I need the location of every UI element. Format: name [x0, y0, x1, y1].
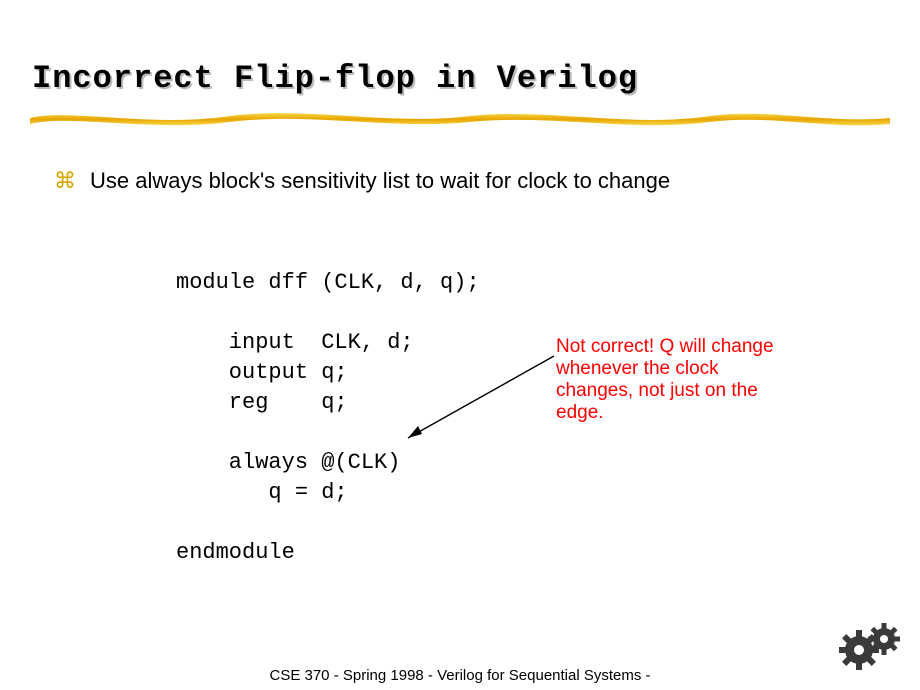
bullet-icon: ⌘ [54, 168, 76, 194]
annotation-text: Not correct! Q will change whenever the … [556, 336, 786, 424]
slide-title: Incorrect Flip-flop in Verilog [32, 60, 638, 97]
code-block: module dff (CLK, d, q); input CLK, d; ou… [176, 268, 480, 568]
slide-footer: CSE 370 - Spring 1998 - Verilog for Sequ… [0, 667, 920, 684]
bullet-row: ⌘ Use always block's sensitivity list to… [54, 168, 670, 194]
title-underline [30, 104, 890, 132]
slide: Incorrect Flip-flop in Verilog ⌘ Use alw… [0, 0, 920, 690]
gears-icon [838, 622, 902, 672]
bullet-text: Use always block's sensitivity list to w… [90, 168, 670, 194]
